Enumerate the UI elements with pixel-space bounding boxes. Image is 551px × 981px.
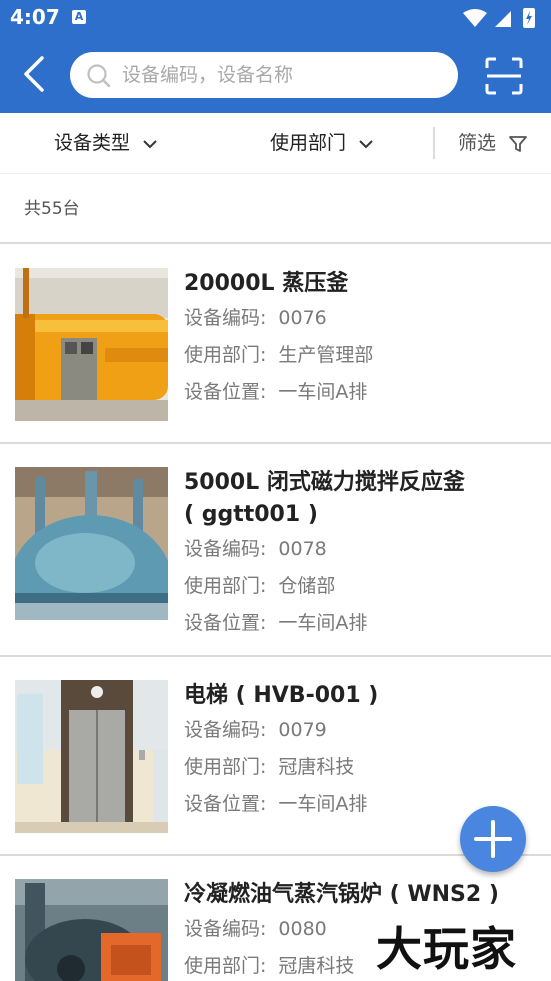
- device-title: 冷凝燃油气蒸汽锅炉 ( WNS2 ): [184, 882, 499, 907]
- filter-divider: [433, 127, 435, 159]
- list-item[interactable]: 5000L 闭式磁力搅拌反应釜 ( ggtt001 ) 设备编码: 0078 使用…: [0, 444, 551, 657]
- device-code-row: 设备编码: 0078: [184, 531, 531, 568]
- device-type-filter[interactable]: 设备类型: [54, 130, 158, 156]
- device-image: [15, 680, 168, 833]
- search-box[interactable]: [70, 52, 458, 98]
- device-location-label: 设备位置:: [184, 612, 267, 634]
- device-location-label: 设备位置:: [184, 381, 267, 403]
- device-location-value: 一车间A排: [278, 381, 368, 403]
- device-location-label: 设备位置:: [184, 793, 267, 815]
- watermark-text: 大玩家: [376, 922, 517, 976]
- search-input[interactable]: [122, 52, 442, 98]
- device-dept-label: 使用部门:: [184, 575, 267, 597]
- screen-filter-button[interactable]: 筛选: [458, 130, 528, 156]
- search-icon: [87, 64, 111, 88]
- device-subtitle: ( ggtt001 ): [184, 502, 318, 527]
- device-dept-row: 使用部门: 生产管理部: [184, 337, 531, 374]
- wifi-icon: [463, 9, 487, 27]
- device-location-value: 一车间A排: [278, 612, 368, 634]
- device-info: 电梯 ( HVB-001 ) 设备编码: 0079 使用部门: 冠唐科技 设备位置:…: [184, 680, 531, 823]
- system-status-icons: [463, 8, 535, 28]
- department-filter[interactable]: 使用部门: [270, 130, 374, 156]
- device-location-value: 一车间A排: [278, 793, 368, 815]
- device-location-row: 设备位置: 一车间A排: [184, 605, 531, 642]
- screen-filter-label: 筛选: [458, 132, 497, 154]
- device-dept-label: 使用部门:: [184, 756, 267, 778]
- device-location-row: 设备位置: 一车间A排: [184, 374, 531, 411]
- filter-bar: 设备类型 使用部门 筛选: [0, 113, 551, 174]
- device-code-row: 设备编码: 0076: [184, 300, 531, 337]
- back-icon[interactable]: [16, 54, 56, 94]
- scan-icon[interactable]: [484, 56, 524, 96]
- signal-icon: [495, 11, 511, 27]
- notification-icon: A: [72, 10, 86, 24]
- device-info: 5000L 闭式磁力搅拌反应釜 ( ggtt001 ) 设备编码: 0078 使用…: [184, 467, 531, 642]
- device-dept-value: 冠唐科技: [278, 955, 355, 977]
- department-filter-label: 使用部门: [270, 132, 347, 154]
- chevron-down-icon: [143, 139, 157, 148]
- device-dept-row: 使用部门: 仓储部: [184, 568, 531, 605]
- device-code-label: 设备编码:: [184, 918, 267, 940]
- count-bar: 共55台: [0, 174, 551, 244]
- device-dept-value: 生产管理部: [278, 344, 374, 366]
- plus-icon: [474, 820, 512, 858]
- device-dept-value: 冠唐科技: [278, 756, 355, 778]
- status-bar: 4:07 A: [0, 0, 551, 36]
- device-title: 20000L 蒸压釜: [184, 271, 349, 296]
- device-code-label: 设备编码:: [184, 307, 267, 329]
- device-image: [15, 467, 168, 620]
- device-code-value: 0080: [278, 918, 327, 940]
- app-bar: [0, 36, 551, 113]
- device-image: [15, 268, 168, 421]
- device-code-label: 设备编码:: [184, 538, 267, 560]
- status-time: 4:07: [10, 5, 60, 29]
- device-dept-row: 使用部门: 冠唐科技: [184, 749, 531, 786]
- device-code-label: 设备编码:: [184, 719, 267, 741]
- device-dept-label: 使用部门:: [184, 955, 267, 977]
- chevron-down-icon: [359, 139, 373, 148]
- device-image: [15, 879, 168, 981]
- device-dept-label: 使用部门:: [184, 344, 267, 366]
- device-count: 共55台: [24, 199, 80, 219]
- device-info: 20000L 蒸压釜 设备编码: 0076 使用部门: 生产管理部 设备位置: 一车间…: [184, 268, 531, 411]
- device-code-value: 0076: [278, 307, 327, 329]
- device-title: 5000L 闭式磁力搅拌反应釜: [184, 470, 465, 495]
- list-item[interactable]: 20000L 蒸压釜 设备编码: 0076 使用部门: 生产管理部 设备位置: 一车间…: [0, 244, 551, 444]
- device-code-row: 设备编码: 0079: [184, 712, 531, 749]
- add-device-button[interactable]: [460, 806, 526, 872]
- device-code-value: 0078: [278, 538, 327, 560]
- device-title: 电梯 ( HVB-001 ): [184, 683, 379, 708]
- device-dept-value: 仓储部: [278, 575, 336, 597]
- filter-icon: [509, 135, 527, 152]
- device-code-value: 0079: [278, 719, 327, 741]
- device-type-filter-label: 设备类型: [54, 132, 131, 154]
